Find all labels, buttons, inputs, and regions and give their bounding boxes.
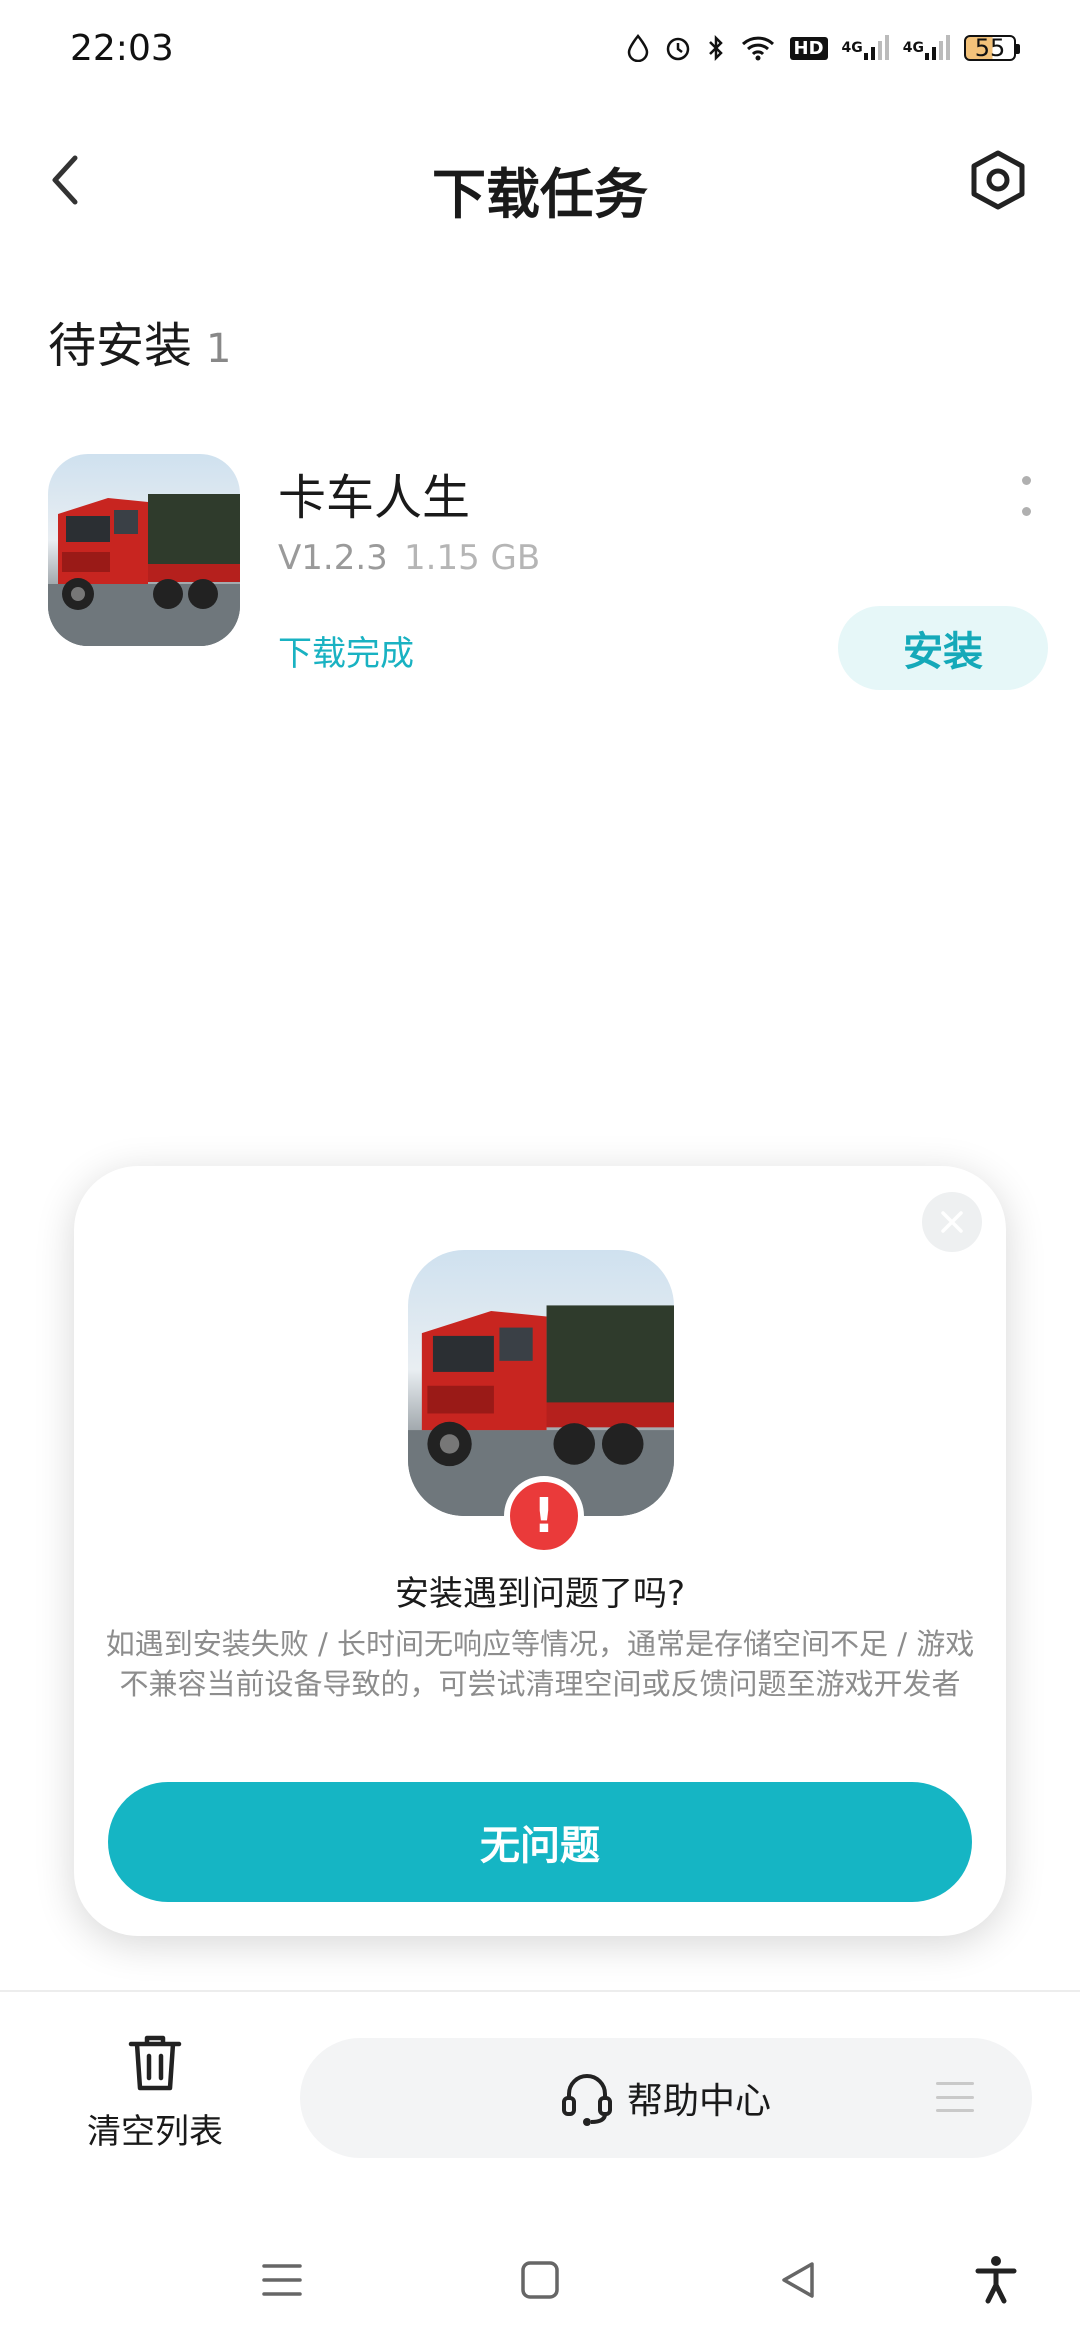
section-pending-install: 待安装 1	[48, 306, 231, 376]
drag-handle-icon	[936, 2082, 974, 2112]
wifi-icon	[740, 34, 776, 62]
section-count: 1	[206, 326, 232, 372]
trash-icon	[128, 2035, 182, 2091]
status-bar: 22:03 HD 4G 4G 55	[0, 0, 1080, 96]
install-button[interactable]: 安装	[838, 606, 1048, 690]
network-type-2: 4G	[902, 40, 924, 56]
headset-icon	[561, 2074, 612, 2126]
header: 下载任务	[0, 130, 1080, 230]
more-dot-icon	[1021, 507, 1031, 516]
app-version: V1.2.3	[278, 538, 388, 578]
dialog-title: 安装遇到问题了吗?	[394, 1574, 686, 1614]
help-center-button[interactable]: 帮助中心	[300, 2038, 1032, 2158]
gear-icon	[971, 150, 1025, 210]
nav-back-button[interactable]	[768, 2250, 828, 2310]
dialog-close-button[interactable]	[922, 1192, 982, 1252]
truck-image	[48, 494, 240, 646]
more-dot-icon	[1021, 476, 1031, 485]
menu-icon	[262, 2264, 302, 2296]
install-problem-dialog: ! 安装遇到问题了吗? 如遇到安装失败 / 长时间无响应等情况，通常是存储空间不…	[74, 1166, 1006, 1936]
square-icon	[521, 2261, 559, 2299]
toolbar-divider	[0, 1990, 1080, 1992]
status-time: 22:03	[70, 27, 174, 69]
accessibility-icon	[975, 2256, 1017, 2304]
app-size: 1.15 GB	[404, 538, 541, 578]
network-type-1: 4G	[841, 40, 863, 56]
section-title: 待安装	[48, 318, 193, 374]
bluetooth-icon	[706, 34, 726, 62]
signal-1: 4G	[842, 35, 889, 61]
settings-button[interactable]	[966, 148, 1030, 212]
battery-icon: 55	[964, 34, 1020, 62]
recent-apps-button[interactable]	[252, 2250, 312, 2310]
dialog-description: 如遇到安装失败 / 长时间无响应等情况，通常是存储空间不足 / 游戏不兼容当前设…	[105, 1627, 975, 1701]
help-center-label: 帮助中心	[626, 2081, 771, 2122]
triangle-back-icon	[782, 2262, 814, 2298]
clear-list-button[interactable]: 清空列表	[70, 2032, 240, 2162]
water-drop-icon	[626, 34, 650, 62]
system-nav-bar	[0, 2230, 1080, 2340]
accessibility-button[interactable]	[966, 2250, 1026, 2310]
no-problem-button[interactable]: 无问题	[108, 1782, 972, 1902]
app-name: 卡车人生	[278, 470, 471, 526]
hd-badge: HD	[789, 36, 828, 60]
signal-2: 4G	[903, 35, 950, 61]
home-button[interactable]	[510, 2250, 570, 2310]
app-icon	[48, 454, 240, 646]
warning-icon: !	[504, 1476, 584, 1556]
download-task-item[interactable]: 卡车人生 V1.2.3 1.15 GB 下载完成 安装	[48, 454, 1048, 690]
more-options-button[interactable]	[1018, 476, 1034, 516]
close-icon	[941, 1211, 963, 1233]
alarm-icon	[664, 34, 692, 62]
help-center-content: 帮助中心	[561, 2070, 771, 2126]
page-title: 下载任务	[432, 163, 648, 226]
clear-list-label: 清空列表	[87, 2112, 223, 2152]
status-icons: HD 4G 4G 55	[626, 34, 1020, 62]
download-status: 下载完成	[278, 634, 414, 674]
